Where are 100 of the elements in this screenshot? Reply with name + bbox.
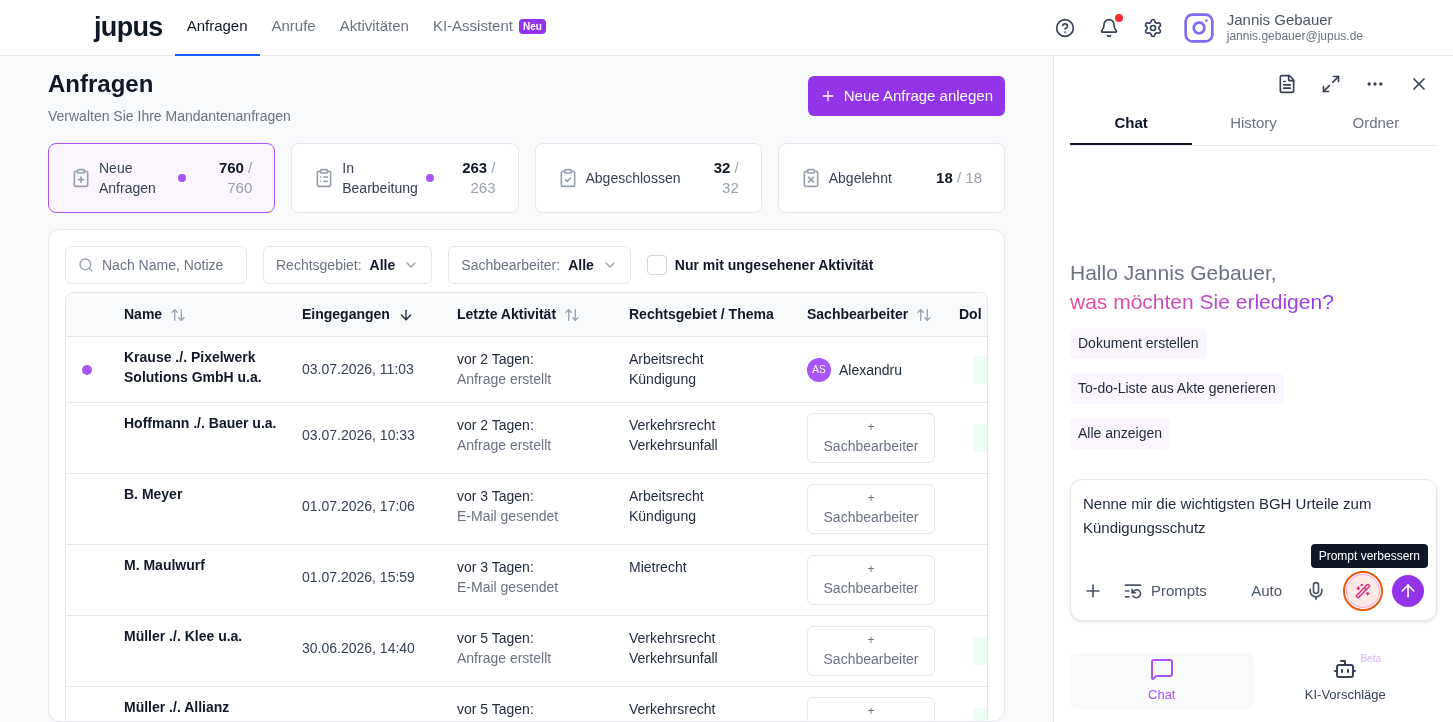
status-count: 760 / 760	[217, 158, 253, 198]
nav-tab[interactable]: Anrufe	[259, 0, 328, 56]
status-label: Neue Anfragen	[99, 159, 157, 198]
tooltip: Prompt verbessern	[1310, 544, 1428, 568]
received-date: 30.06.2026, 14:40	[302, 640, 415, 656]
legal-area: Arbeitsrecht	[629, 486, 807, 506]
model-selector[interactable]: Auto	[1251, 579, 1282, 603]
greeting: Hallo Jannis Gebauer,	[1070, 260, 1278, 286]
activity-text: E-Mail gesendet	[457, 507, 560, 526]
request-name[interactable]: Krause ./. Pixelwerk Solutions GmbH u.a.	[124, 347, 286, 387]
activity-text: E-Mail gesendet	[457, 578, 560, 597]
legal-topic: Kündigung	[629, 370, 697, 389]
bottom-tab[interactable]: Chat	[1070, 653, 1254, 709]
status-card[interactable]: In Bearbeitung 263 / 263	[291, 143, 519, 213]
expand-icon[interactable]	[1321, 74, 1341, 94]
filter-dropdown[interactable]: Sachbearbeiter: Alle	[448, 246, 631, 284]
filter-dropdown[interactable]: Rechtsgebiet: Alle	[263, 246, 433, 284]
send-button[interactable]	[1392, 575, 1424, 607]
clipboard-icon	[314, 168, 335, 188]
column-header[interactable]: Dol	[959, 304, 982, 325]
status-count: 18 / 18	[935, 168, 982, 188]
request-name[interactable]: Müller ./. Allianz	[124, 697, 286, 717]
column-header[interactable]: Name	[124, 304, 163, 325]
settings-icon[interactable]	[1142, 17, 1163, 38]
magic-wand-icon	[1355, 583, 1371, 599]
search-icon	[78, 257, 94, 273]
request-name[interactable]: M. Maulwurf	[124, 555, 286, 575]
suggestion-chip[interactable]: To-do-Liste aus Akte generieren	[1070, 373, 1284, 404]
legal-topic: Kündigung	[629, 507, 697, 526]
avatar-icon[interactable]	[1182, 11, 1215, 44]
legal-area: Verkehrsrecht	[629, 415, 807, 435]
activity-text: Anfrage erstellt	[457, 649, 553, 668]
column-header[interactable]: Eingegangen	[302, 304, 390, 325]
nav-tab[interactable]: KI-Assistent Neu	[420, 0, 558, 56]
chat-bubble-icon	[1149, 657, 1174, 682]
user-email: jannis.gebauer@jupus.de	[1226, 29, 1363, 45]
legal-area: Mietrecht	[629, 557, 807, 577]
suggestion-chip[interactable]: Alle anzeigen	[1070, 418, 1171, 449]
assign-button[interactable]: + Sachbearbeiter	[807, 626, 935, 676]
status-card[interactable]: Abgeschlossen 32 / 32	[534, 143, 762, 213]
prompts-button[interactable]: Prompts	[1123, 579, 1207, 603]
received-date: 01.07.2026, 17:06	[302, 498, 415, 514]
new-badge: Neu	[518, 19, 546, 34]
legal-topic: Verkehrsunfall	[629, 436, 719, 455]
beta-label: Beta	[1360, 653, 1381, 665]
status-label: Abgelehnt	[828, 169, 893, 188]
column-header[interactable]: Sachbearbeiter	[807, 304, 909, 325]
column-header[interactable]: Rechtsgebiet / Thema	[629, 304, 774, 325]
list-icon	[1123, 581, 1143, 601]
assign-button[interactable]: + Sachbearbeiter	[807, 484, 935, 534]
page-title: Anfragen	[48, 70, 155, 98]
panel-tab[interactable]: Chat	[1070, 104, 1193, 145]
page-subtitle: Verwalten Sie Ihre Mandantenanfragen	[48, 107, 291, 126]
activity-text: Anfrage erstellt	[457, 436, 553, 455]
received-date: 03.07.2026, 10:33	[302, 427, 415, 443]
activity-time: vor 5 Tagen:	[457, 629, 535, 648]
assign-button[interactable]: + Sachbearbeiter	[807, 555, 935, 605]
status-count: 263 / 263	[461, 158, 496, 198]
panel-tab[interactable]: History	[1192, 104, 1315, 145]
search-input[interactable]: Nach Name, Notize	[102, 254, 234, 276]
assign-button[interactable]: + Sachbearbeiter	[807, 413, 935, 463]
status-count: 32 / 32	[712, 158, 739, 198]
suggestion-chip[interactable]: Dokument erstellen	[1070, 328, 1207, 359]
request-name[interactable]: Hoffmann ./. Bauer u.a.	[124, 413, 286, 433]
activity-time: vor 3 Tagen:	[457, 487, 535, 506]
status-card[interactable]: Neue Anfragen 760 / 760	[48, 143, 276, 213]
help-icon[interactable]	[1054, 17, 1075, 38]
checkbox-label: Nur mit ungesehener Aktivität	[674, 255, 874, 275]
received-date: 01.07.2026, 15:59	[302, 569, 415, 585]
assign-button[interactable]: +	[807, 697, 935, 721]
column-header[interactable]: Letzte Aktivität	[457, 304, 557, 325]
activity-time: vor 3 Tagen:	[457, 558, 535, 577]
checkbox[interactable]	[646, 255, 667, 275]
status-label: In Bearbeitung	[342, 159, 418, 198]
magic-wand-button[interactable]	[1346, 574, 1380, 608]
legal-area: Verkehrsrecht	[629, 699, 807, 719]
new-request-button[interactable]: Neue Anfrage anlegen	[807, 76, 1005, 116]
legal-topic: Verkehrsunfall	[629, 649, 719, 668]
legal-area: Verkehrsrecht	[629, 628, 807, 648]
microphone-icon[interactable]	[1306, 581, 1326, 601]
nav-tab[interactable]: Aktivitäten	[327, 0, 421, 56]
assignee-name: Alexandru	[839, 361, 903, 380]
activity-time: vor 5 Tagen:	[457, 700, 535, 719]
activity-time: vor 2 Tagen:	[457, 350, 535, 369]
bottom-tab[interactable]: Beta KI-Vorschläge	[1253, 653, 1437, 709]
status-label: Abgeschlossen	[585, 169, 681, 188]
panel-tab[interactable]: Ordner	[1314, 104, 1437, 145]
assignee-avatar: AS	[807, 358, 831, 382]
user-name: Jannis Gebauer	[1226, 10, 1334, 30]
received-date: 03.07.2026, 11:03	[302, 361, 414, 377]
status-card[interactable]: Abgelehnt 18 / 18	[777, 143, 1005, 213]
chat-composer[interactable]: Nenne mir die wichtigsten BGH Urteile zum Kündigungsschutz Prompts Auto Prompt verbessern	[1070, 479, 1437, 621]
logo[interactable]: jupus	[94, 7, 163, 48]
request-name[interactable]: Müller ./. Klee u.a.	[124, 626, 286, 646]
document-icon[interactable]	[1277, 74, 1297, 94]
activity-time: vor 2 Tagen:	[457, 416, 535, 435]
search-field[interactable]: Nach Name, Notize	[65, 246, 247, 284]
clipboard-icon	[71, 168, 91, 188]
activity-text: Anfrage erstellt	[457, 370, 553, 389]
request-name[interactable]: B. Meyer	[124, 484, 286, 504]
